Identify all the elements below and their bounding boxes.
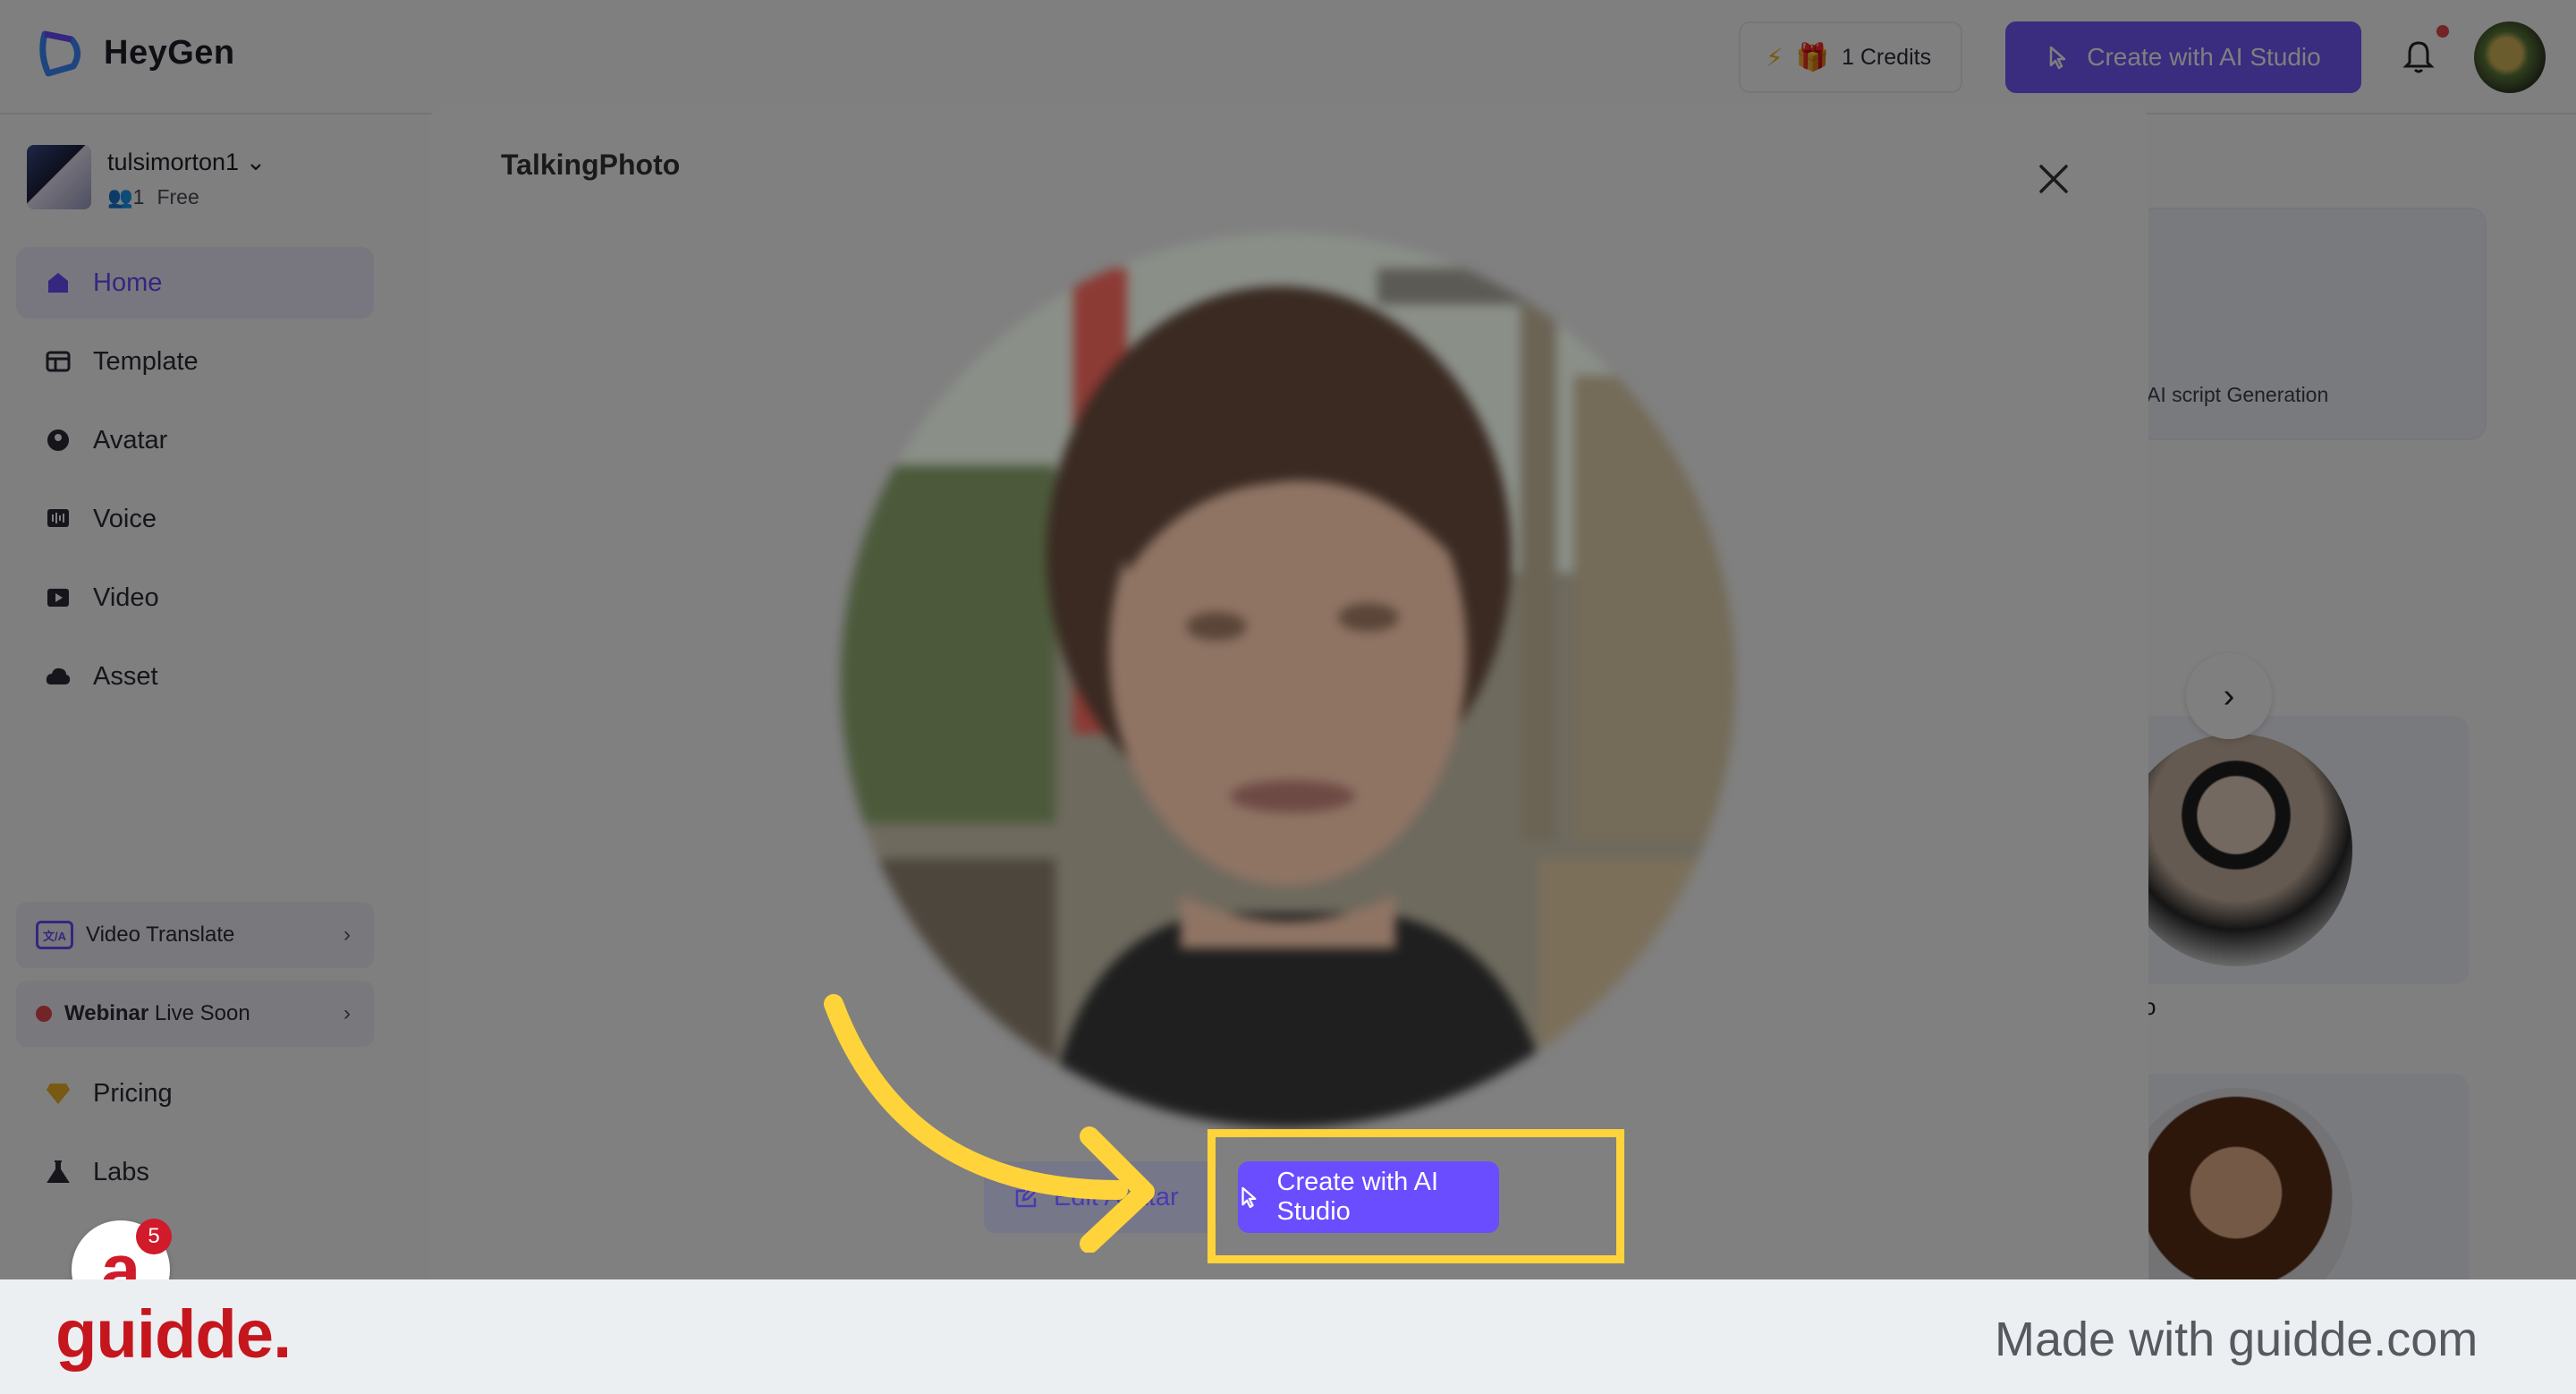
close-icon[interactable]	[2036, 161, 2072, 197]
notification-count-badge: 5	[136, 1219, 172, 1254]
step-highlight-box	[1208, 1129, 1624, 1263]
made-with-label[interactable]: Made with guidde.com	[1995, 1312, 2478, 1367]
guide-arrow-icon	[824, 994, 1155, 1253]
talking-photo-modal: TalkingPhoto Edit Avatar	[429, 102, 2148, 1279]
guidde-footer: guidde. Made with guidde.com	[0, 1279, 2576, 1394]
guidde-logo[interactable]: guidde.	[55, 1296, 292, 1373]
modal-title: TalkingPhoto	[501, 149, 681, 181]
